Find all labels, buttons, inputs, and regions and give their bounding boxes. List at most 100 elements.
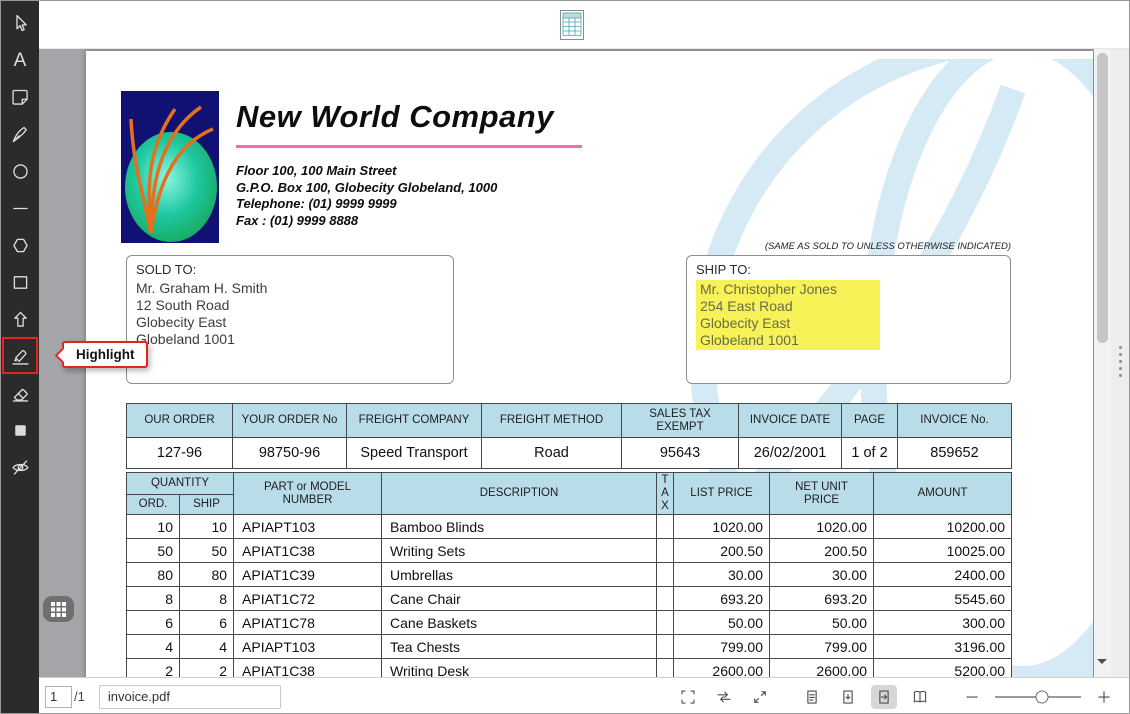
dot	[1119, 353, 1122, 356]
dot	[1119, 367, 1122, 370]
dot	[1119, 374, 1122, 377]
tool-select[interactable]	[1, 5, 39, 42]
highlighter-icon	[11, 350, 29, 365]
fit-page-button[interactable]	[675, 685, 701, 709]
fit-width-view-button[interactable]	[871, 684, 897, 709]
cell: 5545.60	[873, 586, 1013, 611]
cell: 50.00	[673, 610, 771, 635]
page-number-input[interactable]	[45, 685, 72, 708]
cell: 859652	[897, 437, 1012, 469]
cell: 693.20	[769, 586, 875, 611]
sold-to-line: 12 South Road	[136, 297, 230, 313]
cell: 10	[178, 514, 235, 539]
swap-view-button[interactable]	[711, 685, 737, 709]
cell: 50	[126, 538, 180, 563]
cell: 2	[126, 658, 180, 677]
cell	[656, 610, 675, 635]
two-page-view-button[interactable]	[907, 685, 933, 709]
zoom-in-button[interactable]	[1091, 685, 1117, 709]
expand-button[interactable]	[747, 685, 773, 709]
vertical-scrollbar[interactable]	[1094, 49, 1111, 677]
cell: 10	[126, 514, 180, 539]
item-row: 10 10 APIAPT103 Bamboo Blinds 1020.00 10…	[126, 514, 1013, 539]
cell: Cane Baskets	[381, 610, 658, 635]
polygon-icon	[12, 238, 28, 253]
swap-arrows-icon	[717, 691, 731, 702]
zoom-out-icon	[966, 695, 978, 698]
scrollbar-thumb[interactable]	[1097, 53, 1108, 343]
sold-to-box: SOLD TO: Mr. Graham H. Smith 12 South Ro…	[126, 255, 454, 384]
cell: 4	[178, 634, 235, 659]
tool-pen[interactable]	[1, 116, 39, 153]
col-header: INVOICE No.	[897, 403, 1012, 438]
tool-text[interactable]: A	[1, 42, 39, 79]
cell: 693.20	[673, 586, 771, 611]
address-line: Fax : (01) 9999 8888	[236, 212, 359, 228]
cell	[656, 514, 675, 539]
cell: 2600.00	[673, 658, 771, 677]
cell: Tea Chests	[381, 634, 658, 659]
tooltip: Highlight	[54, 341, 149, 368]
ellipse-icon	[12, 164, 28, 179]
highlight-annotation[interactable]: Mr. Christopher Jones 254 East Road Glob…	[696, 280, 880, 350]
cell	[656, 562, 675, 587]
cell: 2600.00	[769, 658, 875, 677]
cell: 799.00	[673, 634, 771, 659]
filename-input[interactable]	[98, 684, 281, 709]
col-header-ship: SHIP	[178, 493, 235, 516]
two-page-icon	[913, 690, 927, 702]
cell	[656, 658, 675, 677]
cell: APIAT1C38	[233, 538, 383, 563]
company-logo	[121, 91, 219, 243]
table-stamp-button[interactable]	[560, 10, 584, 40]
ship-to-line: Mr. Christopher Jones	[700, 281, 837, 297]
col-header-amount: AMOUNT	[873, 472, 1013, 515]
cell: 8	[178, 586, 235, 611]
tool-filled-rectangle[interactable]	[1, 412, 39, 449]
zoom-slider-knob[interactable]	[1035, 690, 1049, 703]
note-icon	[11, 89, 28, 105]
tool-arrow[interactable]	[1, 301, 39, 338]
col-header: OUR ORDER	[126, 403, 233, 438]
cell: 2400.00	[873, 562, 1013, 587]
tool-note[interactable]	[1, 79, 39, 116]
col-header-quantity: QUANTITY	[125, 472, 235, 495]
tool-rectangle[interactable]	[1, 264, 39, 301]
ship-to-box: SHIP TO: Mr. Christopher Jones 254 East …	[686, 255, 1011, 384]
zoom-slider[interactable]	[995, 685, 1081, 709]
cell: APIAT1C38	[233, 658, 383, 677]
pen-icon	[12, 126, 27, 143]
sold-to-label: SOLD TO:	[136, 262, 197, 277]
cell: 95643	[621, 437, 739, 469]
title-underline	[236, 145, 582, 148]
scroll-down-button[interactable]	[1096, 656, 1109, 669]
cell: 2	[178, 658, 235, 677]
grid-panel-button[interactable]	[43, 596, 74, 622]
ship-note: (SAME AS SOLD TO UNLESS OTHERWISE INDICA…	[764, 241, 1011, 252]
cell: 80	[178, 562, 235, 587]
cell: 200.50	[673, 538, 771, 563]
cell: 3196.00	[873, 634, 1013, 659]
single-page-view-button[interactable]	[799, 685, 825, 709]
tool-line[interactable]	[1, 190, 39, 227]
tool-eraser[interactable]	[1, 375, 39, 412]
zoom-out-button[interactable]	[959, 685, 985, 709]
single-page-icon	[807, 689, 817, 704]
col-header-description: DESCRIPTION	[381, 472, 658, 515]
tool-ellipse[interactable]	[1, 153, 39, 190]
cell: 10200.00	[873, 514, 1013, 539]
cell: 1 of 2	[841, 437, 898, 469]
continuous-scroll-view-button[interactable]	[835, 685, 861, 709]
address-line: G.P.O. Box 100, Globecity Globeland, 100…	[236, 179, 498, 195]
cell: APIAT1C78	[233, 610, 383, 635]
cell: APIAT1C39	[233, 562, 383, 587]
tool-polygon[interactable]	[1, 227, 39, 264]
tool-hide-annotations[interactable]	[1, 449, 39, 486]
cell: 5200.00	[873, 658, 1013, 677]
cell: Writing Desk	[381, 658, 658, 677]
tool-sidebar: A	[1, 1, 39, 713]
cell: APIAPT103	[233, 514, 383, 539]
grid-icon	[51, 601, 66, 617]
panel-drag-handle[interactable]	[1119, 346, 1122, 377]
tool-highlight[interactable]	[1, 338, 39, 375]
